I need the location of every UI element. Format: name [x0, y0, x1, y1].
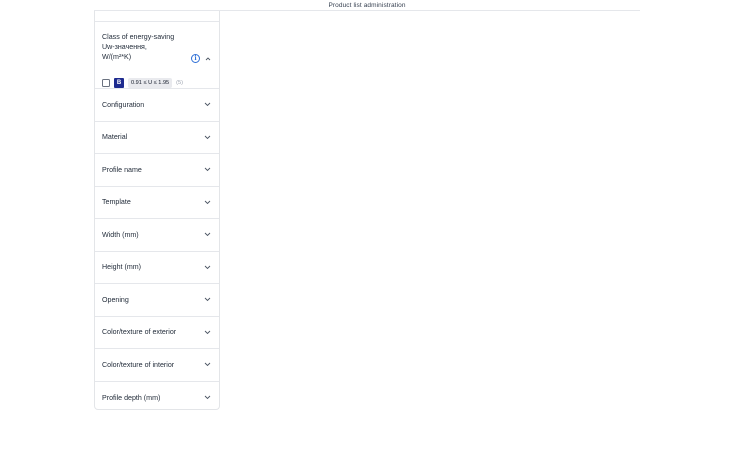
chevron-down-icon — [204, 167, 211, 172]
accordion-color-interior[interactable]: Color/texture of interior — [95, 349, 219, 382]
energy-class-title[interactable]: Class of energy-saving Uw-значення, W/(m… — [102, 32, 192, 62]
energy-class-title-line1: Class of energy-saving — [102, 33, 175, 41]
chevron-down-icon — [204, 395, 211, 400]
chevron-down-icon — [204, 135, 211, 139]
energy-range-chip: 0.91 ≤ U ≤ 1.95 — [128, 78, 173, 88]
accordion-height[interactable]: Height (mm) — [95, 252, 219, 284]
chevron-down-icon — [204, 200, 211, 204]
accordion-profile-name[interactable]: Profile name — [95, 154, 219, 187]
accordion-label: Configuration — [102, 100, 145, 109]
top-bar: Product list administration — [94, 0, 640, 11]
energy-class-badge: B — [114, 78, 124, 88]
accordion-profile-depth[interactable]: Profile depth (mm) — [95, 382, 219, 415]
accordion-label: Height (mm) — [102, 263, 142, 272]
chevron-down-icon — [204, 297, 211, 302]
accordion-label: Template — [102, 198, 131, 207]
energy-class-filter: Class of energy-saving Uw-значення, W/(m… — [95, 22, 219, 89]
accordion-label: Color/texture of interior — [102, 360, 175, 369]
accordion-label: Opening — [102, 295, 129, 304]
accordion-label: Material — [102, 133, 128, 142]
chevron-up-icon[interactable] — [205, 56, 211, 62]
accordion-template[interactable]: Template — [95, 187, 219, 219]
energy-class-title-line2: Uw-значення, — [102, 43, 147, 51]
accordion-label: Color/texture of exterior — [102, 328, 177, 337]
accordion-label: Profile name — [102, 165, 142, 174]
energy-class-option[interactable]: B 0.91 ≤ U ≤ 1.95 (5) — [102, 78, 183, 88]
accordion-material[interactable]: Material — [95, 122, 219, 154]
accordion-configuration[interactable]: Configuration — [95, 89, 219, 122]
page-title: Product list administration — [328, 1, 406, 9]
chevron-down-icon — [204, 362, 211, 367]
filter-panel: Class of energy-saving Uw-значення, W/(m… — [94, 11, 220, 410]
energy-option-count: (5) — [176, 80, 184, 86]
chevron-down-icon — [204, 330, 211, 334]
chevron-down-icon — [204, 102, 211, 107]
info-icon[interactable]: i — [191, 54, 200, 63]
accordion-width[interactable]: Width (mm) — [95, 219, 219, 252]
accordion-color-exterior[interactable]: Color/texture of exterior — [95, 317, 219, 349]
accordion-opening[interactable]: Opening — [95, 284, 219, 317]
accordion-label: Width (mm) — [102, 230, 139, 239]
accordion-label: Profile depth (mm) — [102, 393, 161, 402]
chevron-down-icon — [204, 232, 211, 237]
energy-class-title-line3: W/(m²*K) — [102, 53, 132, 61]
energy-class-checkbox[interactable] — [102, 79, 110, 87]
chevron-down-icon — [204, 265, 211, 269]
panel-top-spacer — [95, 11, 219, 22]
